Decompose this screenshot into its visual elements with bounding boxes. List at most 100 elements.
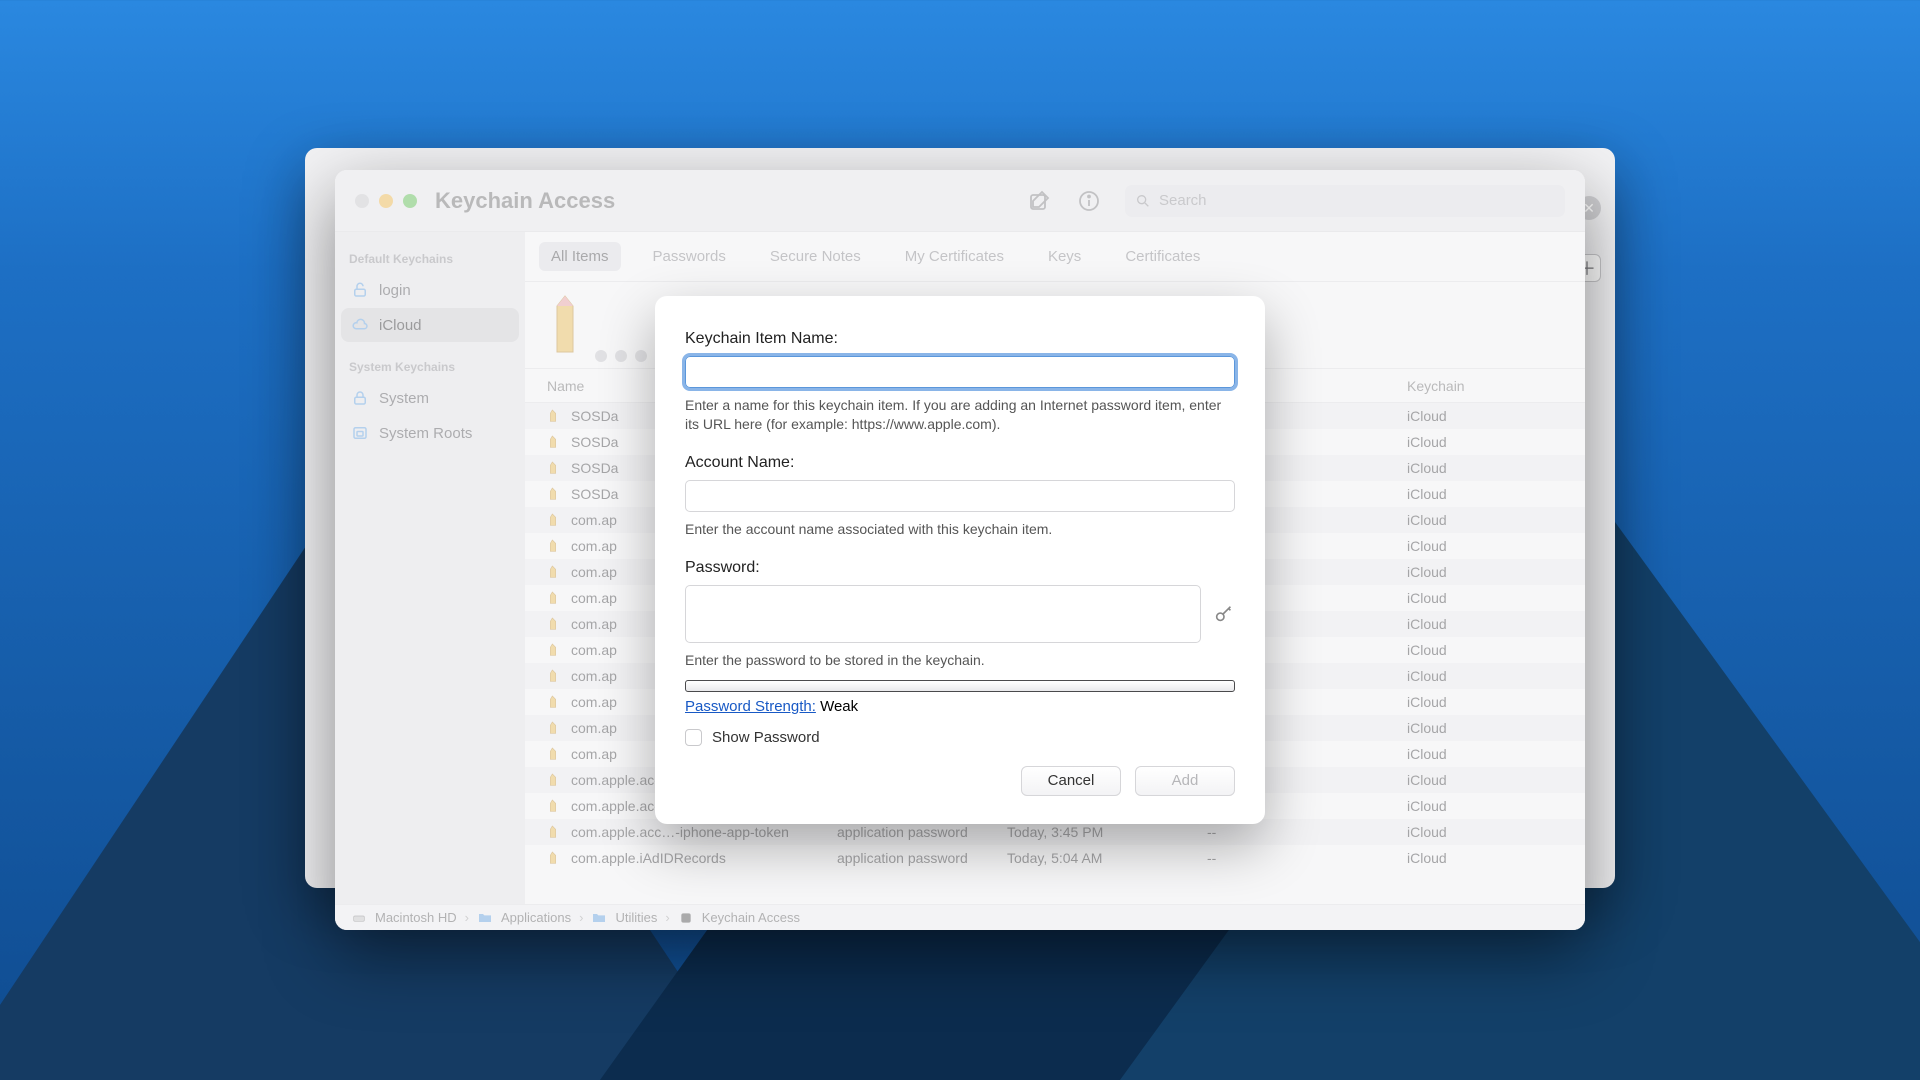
password-input[interactable] (685, 585, 1201, 643)
note-icon (547, 850, 563, 866)
crumb[interactable]: Macintosh HD (375, 910, 457, 925)
row-name: com.ap (571, 746, 617, 762)
note-icon (547, 408, 563, 424)
pathbar: Macintosh HD › Applications › Utilities … (335, 904, 1585, 930)
account-name-input[interactable] (685, 480, 1235, 512)
row-keychain: iCloud (1407, 590, 1563, 606)
row-kind: application password (837, 850, 1007, 866)
disk-icon (351, 910, 367, 926)
dot-icon (595, 350, 607, 362)
password-label: Password: (685, 559, 1235, 577)
search-placeholder: Search (1159, 192, 1207, 209)
key-icon[interactable] (1213, 603, 1235, 625)
sidebar-item-label: login (379, 282, 411, 299)
window-close-icon[interactable] (355, 194, 369, 208)
row-keychain: iCloud (1407, 798, 1563, 814)
note-icon (547, 642, 563, 658)
tab-certificates[interactable]: Certificates (1113, 242, 1212, 271)
sidebar-item-icloud[interactable]: iCloud (341, 308, 519, 342)
window-minimize-icon[interactable] (379, 194, 393, 208)
search-input[interactable]: Search (1125, 185, 1565, 217)
note-icon (547, 590, 563, 606)
row-expires: -- (1207, 824, 1407, 840)
row-name: com.ap (571, 590, 617, 606)
sidebar-item-system-roots[interactable]: System Roots (341, 416, 519, 450)
compose-icon[interactable] (1025, 187, 1053, 215)
chevron-right-icon: › (579, 910, 583, 925)
row-name: com.ap (571, 564, 617, 580)
row-keychain: iCloud (1407, 538, 1563, 554)
row-keychain: iCloud (1407, 850, 1563, 866)
crumb[interactable]: Keychain Access (702, 910, 800, 925)
window-zoom-icon[interactable] (403, 194, 417, 208)
note-icon (547, 512, 563, 528)
note-icon (547, 460, 563, 476)
row-keychain: iCloud (1407, 772, 1563, 788)
new-item-dialog: Keychain Item Name: Enter a name for thi… (655, 296, 1265, 824)
table-row[interactable]: com.apple.iAdIDRecords application passwo… (525, 845, 1585, 871)
info-icon[interactable] (1075, 187, 1103, 215)
tab-my-certificates[interactable]: My Certificates (893, 242, 1016, 271)
row-name: com.ap (571, 512, 617, 528)
row-keychain: iCloud (1407, 564, 1563, 580)
note-icon (547, 798, 563, 814)
cancel-button[interactable]: Cancel (1021, 766, 1121, 796)
row-name: com.ap (571, 538, 617, 554)
crumb[interactable]: Applications (501, 910, 571, 925)
row-keychain: iCloud (1407, 408, 1563, 424)
item-name-label: Keychain Item Name: (685, 330, 1235, 348)
add-button[interactable]: Add (1135, 766, 1235, 796)
note-icon (547, 434, 563, 450)
sidebar-group-default: Default Keychains (341, 246, 519, 272)
note-icon (547, 668, 563, 684)
note-icon (547, 772, 563, 788)
row-name: com.ap (571, 720, 617, 736)
dot-icon (615, 350, 627, 362)
row-expires: -- (1207, 850, 1407, 866)
account-name-label: Account Name: (685, 454, 1235, 472)
titlebar: Keychain Access Search (335, 170, 1585, 232)
cloud-icon (351, 316, 369, 334)
row-modified: Today, 5:04 AM (1007, 850, 1207, 866)
tab-passwords[interactable]: Passwords (641, 242, 738, 271)
lock-icon (351, 389, 369, 407)
row-keychain: iCloud (1407, 720, 1563, 736)
app-icon (678, 910, 694, 926)
show-password-label: Show Password (712, 729, 820, 746)
tab-keys[interactable]: Keys (1036, 242, 1093, 271)
note-icon (547, 694, 563, 710)
note-icon (547, 720, 563, 736)
sidebar-group-system: System Keychains (341, 354, 519, 380)
folder-icon (591, 910, 607, 926)
row-keychain: iCloud (1407, 642, 1563, 658)
password-help: Enter the password to be stored in the k… (685, 651, 1235, 670)
row-name: com.apple.iAdIDRecords (571, 850, 726, 866)
row-name: com.ap (571, 668, 617, 684)
chevron-right-icon: › (665, 910, 669, 925)
crumb[interactable]: Utilities (615, 910, 657, 925)
password-strength-meter (685, 680, 1235, 692)
tab-secure-notes[interactable]: Secure Notes (758, 242, 873, 271)
row-keychain: iCloud (1407, 616, 1563, 632)
pencil-icon (543, 292, 587, 362)
row-name: com.ap (571, 616, 617, 632)
password-strength-value: Weak (820, 698, 858, 715)
row-keychain: iCloud (1407, 486, 1563, 502)
note-icon (547, 486, 563, 502)
tab-bar: All Items Passwords Secure Notes My Cert… (525, 232, 1585, 282)
show-password-checkbox[interactable] (685, 729, 702, 746)
tab-all-items[interactable]: All Items (539, 242, 621, 271)
item-name-input[interactable] (685, 356, 1235, 388)
sidebar-item-login[interactable]: login (341, 273, 519, 307)
row-keychain: iCloud (1407, 694, 1563, 710)
lock-open-icon (351, 281, 369, 299)
row-name: SOSDa (571, 460, 618, 476)
search-icon (1135, 193, 1151, 209)
sidebar-item-system[interactable]: System (341, 381, 519, 415)
password-strength-link[interactable]: Password Strength: (685, 698, 816, 715)
note-icon (547, 538, 563, 554)
chevron-right-icon: › (465, 910, 469, 925)
row-keychain: iCloud (1407, 668, 1563, 684)
row-keychain: iCloud (1407, 460, 1563, 476)
row-keychain: iCloud (1407, 512, 1563, 528)
